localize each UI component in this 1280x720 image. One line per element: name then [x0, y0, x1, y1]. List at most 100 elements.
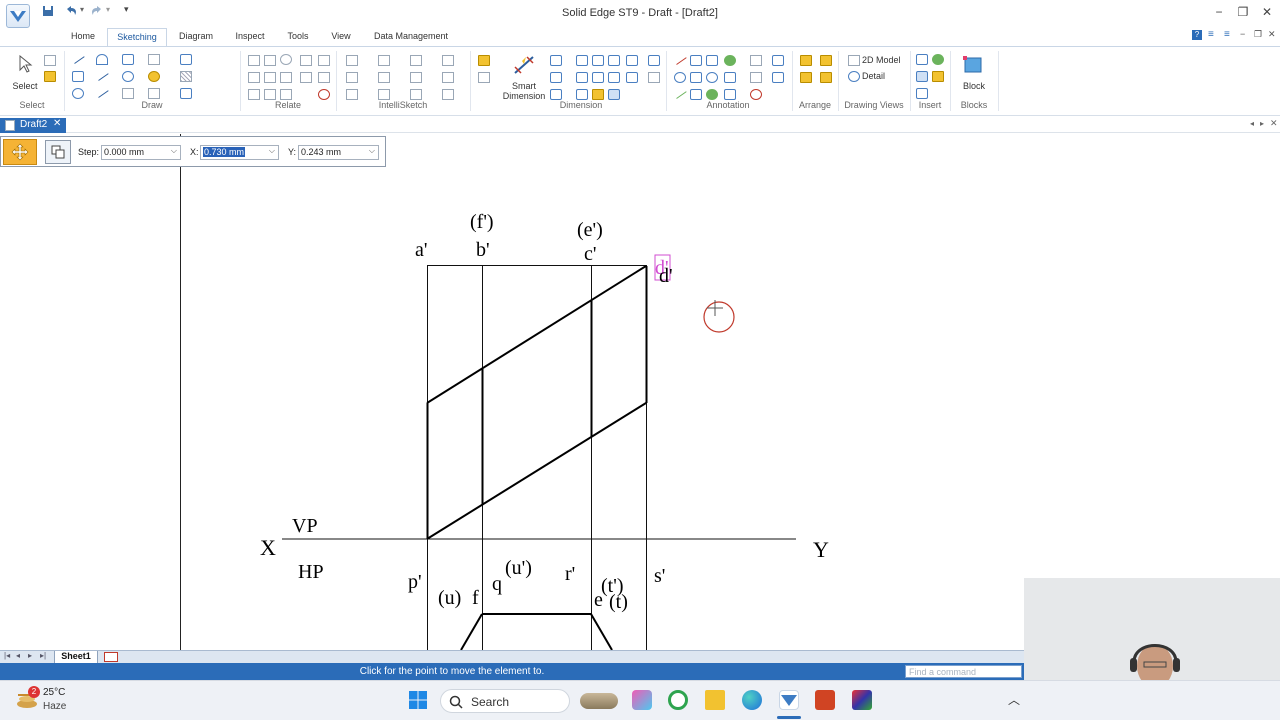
- section-lower-line[interactable]: [426, 402, 647, 540]
- dimension-axis-icon[interactable]: [478, 72, 490, 83]
- label-q[interactable]: q: [492, 574, 502, 594]
- intellisketch-icon-10[interactable]: [378, 89, 390, 100]
- connect-relation-icon[interactable]: [248, 55, 260, 66]
- relation-colors-icon[interactable]: [318, 89, 330, 100]
- step-input[interactable]: 0.000 mm ⌵: [101, 145, 181, 160]
- drawing-canvas[interactable]: a' (f') b' (e') c' d' d' X Y VP HP p' (u…: [0, 134, 1024, 650]
- insert-image-icon[interactable]: [916, 71, 928, 82]
- document-tab-draft2[interactable]: Draft2 ✕: [0, 118, 66, 133]
- next-sheet-icon[interactable]: ▸: [28, 651, 32, 660]
- label-a-prime[interactable]: a': [415, 240, 427, 260]
- select-tool-icon-2[interactable]: [44, 71, 56, 82]
- annotation-tool-icon-3[interactable]: [724, 89, 736, 100]
- copilot-app-icon[interactable]: [632, 690, 652, 710]
- windows-start-icon[interactable]: [408, 690, 428, 710]
- move-tool-icon[interactable]: [148, 71, 160, 82]
- circle-tool-icon[interactable]: [72, 88, 84, 99]
- detail-button[interactable]: Detail: [862, 71, 885, 81]
- insert-object-icon[interactable]: [932, 71, 944, 82]
- centerline-icon[interactable]: [750, 72, 762, 83]
- lock-relation-icon[interactable]: [300, 72, 312, 83]
- find-command-input[interactable]: Find a command: [905, 665, 1022, 678]
- intellisketch-icon-9[interactable]: [346, 89, 358, 100]
- send-to-back-icon[interactable]: [820, 72, 832, 83]
- label-p-prime[interactable]: p': [408, 572, 422, 592]
- parallel-relation-icon[interactable]: [264, 55, 276, 66]
- annotation-tool-icon-4[interactable]: [750, 89, 762, 100]
- model-2d-button[interactable]: 2D Model: [862, 55, 901, 65]
- fillet-tool-icon[interactable]: [95, 69, 109, 81]
- line-tool-icon[interactable]: [71, 52, 85, 64]
- block-icon[interactable]: [962, 53, 984, 75]
- datum-target-icon[interactable]: [690, 72, 702, 83]
- intellisketch-icon-2[interactable]: [378, 55, 390, 66]
- label-u-hidden[interactable]: (u): [438, 588, 461, 608]
- collinear-relation-icon[interactable]: [248, 89, 260, 100]
- model-2d-icon[interactable]: [848, 55, 860, 66]
- dimension-tool-icon-8[interactable]: [550, 89, 562, 100]
- tab-home[interactable]: Home: [64, 28, 102, 46]
- surface-texture-icon[interactable]: [706, 55, 718, 66]
- weather-widget-icon[interactable]: 2: [16, 686, 40, 710]
- dimension-tool-icon-1[interactable]: [648, 55, 660, 66]
- screen-recorder-icon[interactable]: [852, 690, 872, 710]
- tab-diagram[interactable]: Diagram: [172, 28, 220, 46]
- tab-scroll-right-icon[interactable]: ▸: [1260, 119, 1264, 128]
- ribbon-close-icon[interactable]: ✕: [1268, 29, 1276, 40]
- angle-between-icon[interactable]: [576, 55, 588, 66]
- tab-data-management[interactable]: Data Management: [366, 28, 456, 46]
- dimension-tool-icon-7[interactable]: [648, 72, 660, 83]
- tab-sketching[interactable]: Sketching: [107, 28, 167, 46]
- select-button-label[interactable]: Select: [8, 81, 42, 91]
- prev-sheet-icon[interactable]: ◂: [16, 651, 20, 660]
- label-x[interactable]: X: [260, 537, 276, 559]
- pattern-tool-icon[interactable]: [180, 88, 192, 99]
- label-b-prime[interactable]: b': [476, 240, 490, 260]
- sync-app-icon[interactable]: [668, 690, 688, 710]
- check-annotation-icon[interactable]: [673, 87, 687, 99]
- dimension-tool-icon-4[interactable]: [592, 72, 604, 83]
- intellisketch-icon-11[interactable]: [410, 89, 422, 100]
- weld-symbol-icon[interactable]: [724, 55, 736, 66]
- select-arrow-icon[interactable]: [18, 55, 34, 73]
- insert-text-icon[interactable]: [916, 54, 928, 65]
- feature-control-frame-icon[interactable]: [772, 55, 784, 66]
- label-f[interactable]: f: [472, 588, 479, 608]
- options-icon-2[interactable]: ≡: [1224, 29, 1230, 40]
- tab-view[interactable]: View: [324, 28, 358, 46]
- distance-between-icon[interactable]: [550, 55, 562, 66]
- intellisketch-icon-4[interactable]: [442, 55, 454, 66]
- dimension-tool-icon-10[interactable]: [592, 89, 604, 100]
- intellisketch-icon-7[interactable]: [410, 72, 422, 83]
- intellisketch-icon-5[interactable]: [346, 72, 358, 83]
- insert-hyperlink-icon[interactable]: [932, 54, 944, 65]
- block-button-label[interactable]: Block: [956, 81, 992, 91]
- section-upper-line[interactable]: [426, 265, 647, 404]
- annotation-tool-icon-1[interactable]: [690, 89, 702, 100]
- new-sheet-icon[interactable]: [104, 652, 118, 662]
- dimension-tool-icon-2[interactable]: [550, 72, 562, 83]
- intellisketch-icon-6[interactable]: [378, 72, 390, 83]
- help-icon[interactable]: ?: [1192, 30, 1202, 40]
- annotation-tool-icon-2[interactable]: [706, 89, 718, 100]
- equal-relation-icon[interactable]: [264, 72, 276, 83]
- concentric-relation-icon[interactable]: [280, 54, 292, 65]
- dimension-tool-icon-5[interactable]: [608, 72, 620, 83]
- label-e-prime-hidden[interactable]: (e'): [577, 220, 603, 240]
- edge-browser-icon[interactable]: [742, 690, 762, 710]
- top-view-section-left[interactable]: [460, 613, 483, 650]
- tab-tools[interactable]: Tools: [280, 28, 316, 46]
- bring-to-front-icon[interactable]: [820, 55, 832, 66]
- edge-condition-icon[interactable]: [750, 55, 762, 66]
- rectangle-tool-icon[interactable]: [72, 71, 84, 82]
- arc-tool-icon[interactable]: [96, 54, 108, 65]
- tray-overflow-chevron-icon[interactable]: ︿: [1008, 691, 1020, 708]
- insert-symbol-icon[interactable]: [916, 88, 928, 99]
- y-dropdown-icon[interactable]: ⌵: [369, 146, 375, 156]
- relation-handles-icon[interactable]: [264, 89, 276, 100]
- taskbar-widget-image[interactable]: [580, 693, 618, 709]
- smart-dimension-label[interactable]: Smart Dimension: [500, 81, 548, 101]
- detail-view-icon[interactable]: [848, 71, 860, 82]
- chamfer-tool-icon[interactable]: [95, 86, 109, 98]
- solid-edge-taskbar-icon[interactable]: [779, 690, 799, 710]
